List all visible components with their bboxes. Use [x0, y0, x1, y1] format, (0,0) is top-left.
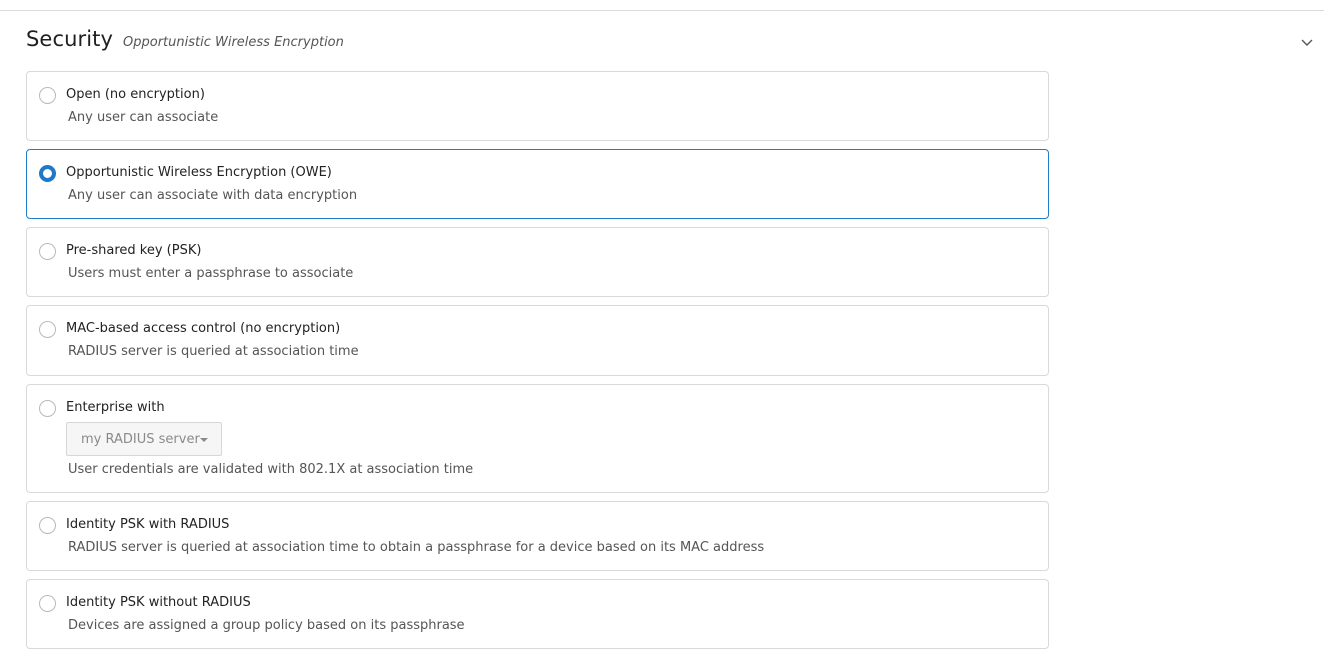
radio-ipsk-radius[interactable]	[39, 517, 56, 534]
option-description: Any user can associate	[68, 110, 219, 125]
radio-ipsk-no-radius[interactable]	[39, 595, 56, 612]
section-subtitle: Opportunistic Wireless Encryption	[123, 35, 344, 50]
option-description: Any user can associate with data encrypt…	[68, 188, 358, 203]
security-settings-page: Security Opportunistic Wireless Encrypti…	[0, 0, 1334, 661]
option-description: Users must enter a passphrase to associa…	[68, 266, 354, 281]
security-option-ipsk-no-radius[interactable]: Identity PSK without RADIUS Devices are …	[26, 579, 1049, 649]
security-option-open[interactable]: Open (no encryption) Any user can associ…	[26, 71, 1049, 141]
radio-psk[interactable]	[39, 243, 56, 260]
option-title: Identity PSK with RADIUS	[66, 517, 230, 532]
option-description: User credentials are validated with 802.…	[68, 462, 474, 477]
option-description: RADIUS server is queried at association …	[68, 344, 359, 359]
security-option-ipsk-radius[interactable]: Identity PSK with RADIUS RADIUS server i…	[26, 501, 1049, 571]
select-value: my RADIUS server	[81, 432, 200, 447]
radio-mac[interactable]	[39, 321, 56, 338]
divider	[0, 10, 1324, 11]
section-header[interactable]: Security Opportunistic Wireless Encrypti…	[26, 26, 1316, 56]
option-title: Opportunistic Wireless Encryption (OWE)	[66, 165, 332, 180]
option-description: RADIUS server is queried at association …	[68, 540, 765, 555]
security-option-psk[interactable]: Pre-shared key (PSK) Users must enter a …	[26, 227, 1049, 297]
radio-open[interactable]	[39, 87, 56, 104]
caret-down-icon	[200, 438, 208, 442]
option-title: Pre-shared key (PSK)	[66, 243, 202, 258]
security-option-mac[interactable]: MAC-based access control (no encryption)…	[26, 305, 1049, 376]
chevron-down-icon[interactable]	[1300, 34, 1314, 48]
radio-enterprise[interactable]	[39, 400, 56, 417]
radio-owe[interactable]	[39, 165, 56, 182]
radius-server-select[interactable]: my RADIUS server	[66, 422, 222, 456]
option-title: Open (no encryption)	[66, 87, 205, 102]
security-option-enterprise[interactable]: Enterprise with my RADIUS server User cr…	[26, 384, 1049, 493]
option-description: Devices are assigned a group policy base…	[68, 618, 465, 633]
option-title: Identity PSK without RADIUS	[66, 595, 251, 610]
option-title: MAC-based access control (no encryption)	[66, 321, 341, 336]
security-option-owe[interactable]: Opportunistic Wireless Encryption (OWE) …	[26, 149, 1049, 219]
section-title: Security	[26, 27, 114, 51]
option-title: Enterprise with	[66, 400, 165, 415]
